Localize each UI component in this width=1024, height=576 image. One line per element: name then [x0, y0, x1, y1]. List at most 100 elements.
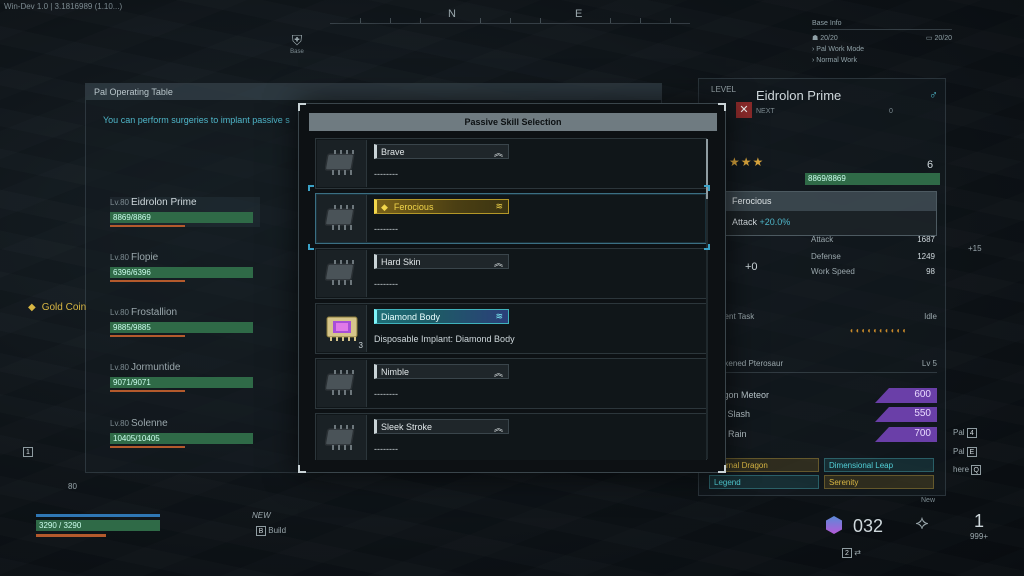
active-skill-row[interactable]: Dragon Meteor 600 — [709, 388, 937, 403]
skill-name: Diamond Body — [381, 312, 441, 322]
passive-skill-list: Brave︽--------Ferocious≋--------Hard Ski… — [315, 138, 707, 460]
next-label: NEXT — [756, 108, 775, 115]
implant-chip-icon — [325, 260, 355, 285]
pal-list-item[interactable]: Lv.80 Jormuntide 9071/9071 — [110, 362, 260, 392]
pal-detail-panel: LEVEL Eidrolon Prime ♂ ✕ NEXT 0 ★★★ 6 88… — [698, 78, 946, 504]
skill-name-tag: Hard Skin ︽ — [374, 254, 509, 269]
passive-skill-item[interactable]: Sleek Stroke ︽ -------- — [315, 413, 707, 460]
work-mode-value: › Normal Work — [812, 57, 857, 64]
skill-description: Disposable Implant: Diamond Body — [374, 334, 515, 344]
operating-table-description: You can perform surgeries to implant pas… — [103, 115, 290, 125]
skill-name-tag: Nimble ︽ — [374, 364, 509, 379]
pal-level-80: 80 — [68, 482, 77, 491]
pal-list-hp-bar: 10405/10405 — [110, 433, 253, 444]
skill-thumbnail — [317, 360, 367, 407]
passive-skill-item[interactable]: 3 Diamond Body ≋ Disposable Implant: Diamon… — [315, 303, 707, 354]
pal-list-name: Lv.80 Flopie — [110, 252, 159, 263]
stat-defense: Defense 1249 — [811, 252, 935, 261]
passive-legend[interactable]: Legend — [709, 475, 819, 489]
rank-value: 6 — [927, 159, 934, 171]
passive-tooltip: Ferocious Attack +20.0% — [723, 191, 937, 236]
skill-description: -------- — [374, 279, 398, 289]
active-skill-row[interactable]: Star Rain 700 — [709, 427, 937, 442]
selection-bracket — [308, 185, 314, 191]
pal-list-name: Lv.80 Eidrolon Prime — [110, 197, 197, 208]
skill-name: Brave — [381, 147, 405, 157]
new-build-label: NEW — [252, 511, 271, 520]
skill-thumbnail — [317, 415, 367, 460]
rank-stars: ★★★ — [729, 155, 765, 169]
close-icon[interactable]: ✕ — [736, 102, 752, 118]
selection-bracket — [704, 185, 710, 191]
skill-thumbnail — [317, 140, 367, 187]
base-info-title: Base Info — [812, 20, 952, 30]
pal-e-key-hint: Pal E — [953, 447, 977, 457]
work-mode-label: › Pal Work Mode — [812, 46, 865, 53]
stat-work-speed: Work Speed 98 — [811, 267, 935, 276]
passive-skill-item[interactable]: Nimble ︽ -------- — [315, 358, 707, 409]
skill-thumbnail — [317, 195, 367, 242]
pal-list-xp-bar — [110, 446, 185, 448]
compass-east: E — [575, 8, 583, 20]
pal-list-item[interactable]: Lv.80 Frostallion 9885/9885 — [110, 307, 260, 337]
passive-dimensional-leap[interactable]: Dimensional Leap — [824, 458, 934, 472]
skill-name: Nimble — [381, 367, 410, 377]
rank-legendary-icon: ≋ — [495, 311, 503, 321]
pal-list-xp-bar — [110, 390, 185, 392]
pal-list-item[interactable]: Lv.80 Solenne 10405/10405 — [110, 418, 260, 448]
hotkey-1: 1 — [23, 447, 33, 457]
passive-skill-item[interactable]: Brave ︽ -------- — [315, 138, 707, 189]
plus15-label: +15 — [968, 244, 982, 253]
skill-thumbnail: 3 — [317, 305, 367, 352]
food-meter-icon: ◖◖◖◖◖◖◖◖◖◖ — [849, 326, 908, 335]
passive-serenity[interactable]: Serenity — [824, 475, 934, 489]
base-count-1: ☗ 20/20 — [812, 35, 838, 42]
pal-list-hp-bar: 8869/8869 — [110, 212, 253, 223]
gold-coin-label: Gold Coin — [28, 302, 86, 313]
player-hp-bar: 3290 / 3290 — [36, 520, 160, 531]
implant-chip-icon — [325, 425, 355, 450]
active-skill-row[interactable]: Ray Slash 550 — [709, 407, 937, 422]
sphere-count: 032 — [853, 516, 884, 536]
passive-skill-item[interactable]: Hard Skin ︽ -------- — [315, 248, 707, 299]
pal-list-hp-bar: 9885/9885 — [110, 322, 253, 333]
here-key-hint: here Q — [953, 465, 982, 475]
item-count: 3 — [358, 341, 363, 350]
skill-description: -------- — [374, 444, 398, 454]
implant-chip-icon — [325, 150, 355, 175]
pal-list-item[interactable]: Lv.80 Eidrolon Prime 8869/8869 — [110, 197, 260, 227]
crossbow-icon: ⟡ — [915, 512, 929, 534]
ammo-key: 2 ⇄ — [842, 548, 861, 558]
pal-list-hp-bar: 6396/6396 — [110, 267, 253, 278]
player-status-bars: 3290 / 3290 — [36, 514, 160, 537]
pal-hp-bar: 8869/8869 — [805, 173, 940, 185]
passive-skill-selection-modal: Passive Skill Selection Brave︽--------Fe… — [298, 103, 726, 473]
pal-list-name: Lv.80 Frostallion — [110, 307, 178, 318]
skill-name-tag: Diamond Body ≋ — [374, 309, 509, 324]
new-label: New — [921, 497, 936, 504]
version-text: Win-Dev 1.0 | 3.1816989 (1.10...) — [4, 2, 123, 11]
pal-key-hint: Pal 4 — [953, 428, 977, 438]
stamina-bar — [36, 514, 160, 517]
skill-name-tag: Brave ︽ — [374, 144, 509, 159]
base-info-panel: Base Info ☗ 20/20 ▭ 20/20 › Pal Work Mod… — [812, 20, 952, 68]
rank-up-icon: ︽ — [493, 423, 503, 433]
pal-list-item[interactable]: Lv.80 Flopie 6396/6396 — [110, 252, 260, 282]
male-icon: ♂ — [929, 88, 938, 102]
selection-bracket — [308, 244, 314, 250]
selection-bracket — [704, 244, 710, 250]
weapon-ammo: 1 999+ — [969, 511, 989, 541]
pal-list-name: Lv.80 Solenne — [110, 418, 168, 429]
skill-name-tag: Sleek Stroke ︽ — [374, 419, 509, 434]
skill-name: Sleek Stroke — [381, 422, 433, 432]
base-marker-label: Base — [290, 49, 304, 55]
pal-name: Eidrolon Prime — [756, 88, 842, 103]
pal-list-hp-bar: 9071/9071 — [110, 377, 253, 388]
skill-name: Ferocious — [393, 202, 434, 212]
passive-skill-item[interactable]: Ferocious ≋ -------- — [315, 193, 707, 244]
base-count-2: ▭ 20/20 — [925, 35, 952, 42]
stat-attack: Attack 1687 — [811, 235, 935, 244]
base-marker-icon: ⛨ Base — [287, 32, 307, 55]
skill-thumbnail — [317, 250, 367, 297]
skill-description: -------- — [374, 389, 398, 399]
